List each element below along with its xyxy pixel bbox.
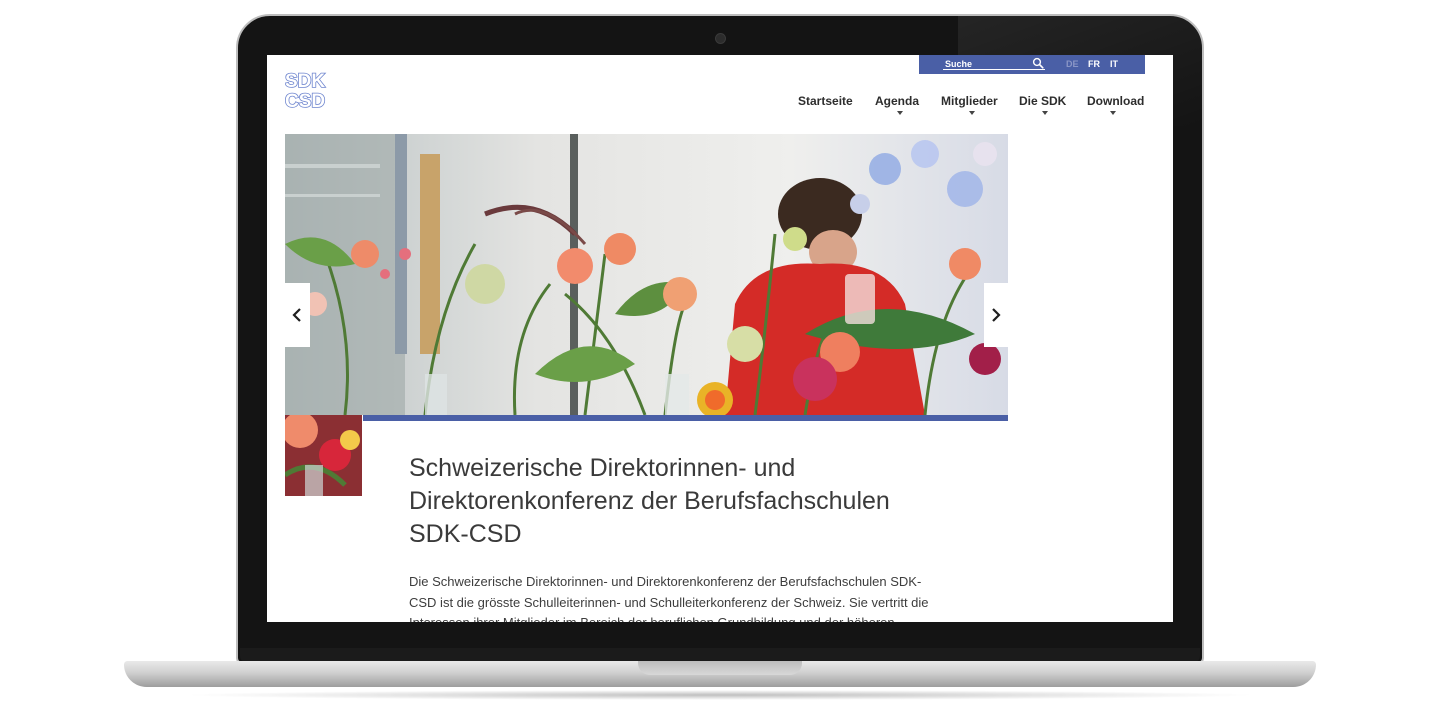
- laptop-opening-notch: [638, 661, 802, 675]
- chevron-left-icon: [292, 308, 301, 322]
- slider-prev-button[interactable]: [285, 283, 310, 347]
- nav-startseite[interactable]: Startseite: [798, 94, 853, 108]
- agenda-dropdown-icon[interactable]: [897, 111, 903, 115]
- nav-mitglieder[interactable]: Mitglieder: [941, 94, 998, 108]
- utility-bar: Suche DE FR IT: [919, 55, 1145, 74]
- page-title: Schweizerische Direktorinnen- und Direkt…: [409, 454, 890, 548]
- screen-bezel-bottom: [240, 648, 1200, 662]
- nav-die-sdk[interactable]: Die SDK: [1019, 94, 1066, 108]
- laptop-shadow: [180, 690, 1260, 700]
- language-it[interactable]: IT: [1110, 59, 1118, 69]
- language-de[interactable]: DE: [1066, 59, 1079, 69]
- nav-download[interactable]: Download: [1087, 94, 1144, 108]
- slider-next-button[interactable]: [984, 283, 1009, 347]
- language-fr[interactable]: FR: [1088, 59, 1100, 69]
- mitglieder-dropdown-icon[interactable]: [969, 111, 975, 115]
- logo-line-2: CSD: [285, 91, 325, 109]
- logo-line-1: SDK: [285, 71, 325, 92]
- search-icon[interactable]: [1032, 57, 1044, 69]
- search-input[interactable]: Suche: [945, 59, 972, 69]
- hero-image: [285, 134, 1008, 415]
- nav-agenda[interactable]: Agenda: [875, 94, 919, 108]
- die-sdk-dropdown-icon[interactable]: [1042, 111, 1048, 115]
- search-underline: [943, 69, 1045, 70]
- hero-image-extension: [285, 415, 362, 496]
- webcam-icon: [716, 34, 725, 43]
- hero-accent-bar: [363, 415, 1008, 421]
- browser-screen: Suche DE FR IT SDK CSD Startseite Agenda…: [267, 55, 1173, 622]
- sdk-csd-logo[interactable]: SDK CSD: [285, 69, 341, 109]
- chevron-right-icon: [992, 308, 1001, 322]
- intro-paragraph: Die Schweizerische Direktorinnen- und Di…: [409, 574, 929, 622]
- download-dropdown-icon[interactable]: [1110, 111, 1116, 115]
